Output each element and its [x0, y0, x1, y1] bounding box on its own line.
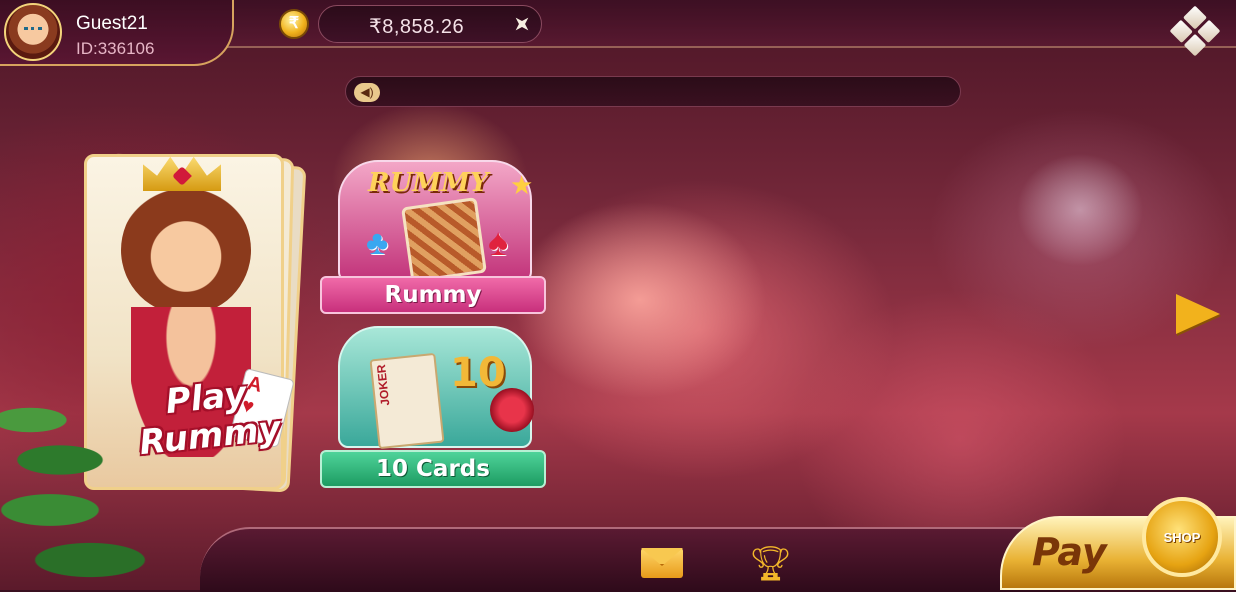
next-arrow-icon[interactable] — [1176, 294, 1220, 334]
shop-label: SHOP — [1163, 529, 1201, 545]
club-icon: ♣ — [366, 224, 389, 262]
star-icon: ★ — [510, 170, 534, 200]
10-cards-artwork: JOKER 10 — [338, 326, 534, 450]
announcement-marquee: ◀) — [345, 76, 961, 107]
ten-icon: 10 — [450, 350, 506, 396]
shop-button[interactable]: SHOP — [1142, 497, 1222, 577]
sparkle-icon — [509, 11, 534, 36]
bottom-bar — [200, 527, 1060, 592]
trophy-icon[interactable]: 🏆︎ — [749, 544, 792, 584]
game-label-10-cards: 10 Cards — [320, 450, 546, 488]
queen-character — [121, 185, 251, 315]
balance-amount: ₹8,858.26 — [369, 16, 465, 38]
game-tile-10-cards[interactable]: JOKER 10 10 Cards — [320, 326, 546, 488]
card-stack-icon — [401, 197, 487, 283]
add-balance-button[interactable] — [509, 11, 535, 37]
profile-panel[interactable]: Guest21 ID:336106 — [0, 0, 234, 66]
leaves-decoration — [0, 380, 180, 590]
speaker-icon: ◀) — [354, 83, 380, 102]
rose-icon — [490, 388, 534, 432]
spade-icon: ♠ — [488, 222, 509, 264]
balance-display[interactable]: ₹8,858.26 — [318, 5, 542, 43]
pay-button[interactable]: Pay — [1032, 530, 1107, 574]
game-tile-rummy[interactable]: RUMMY ♣ ♠ ★ Rummy — [320, 160, 546, 314]
rupee-coin-icon: ₹ — [279, 9, 309, 39]
avatar[interactable] — [4, 3, 62, 61]
rummy-logo: RUMMY — [368, 168, 489, 198]
rummy-artwork: RUMMY ♣ ♠ ★ — [338, 160, 534, 283]
menu-button[interactable] — [1168, 5, 1222, 57]
mail-icon[interactable] — [641, 548, 683, 578]
game-label-rummy: Rummy — [320, 276, 546, 314]
username: Guest21 — [76, 13, 148, 34]
user-id: ID:336106 — [76, 39, 155, 58]
joker-card-icon: JOKER — [369, 352, 445, 450]
diamond-grid-icon — [1169, 5, 1221, 57]
